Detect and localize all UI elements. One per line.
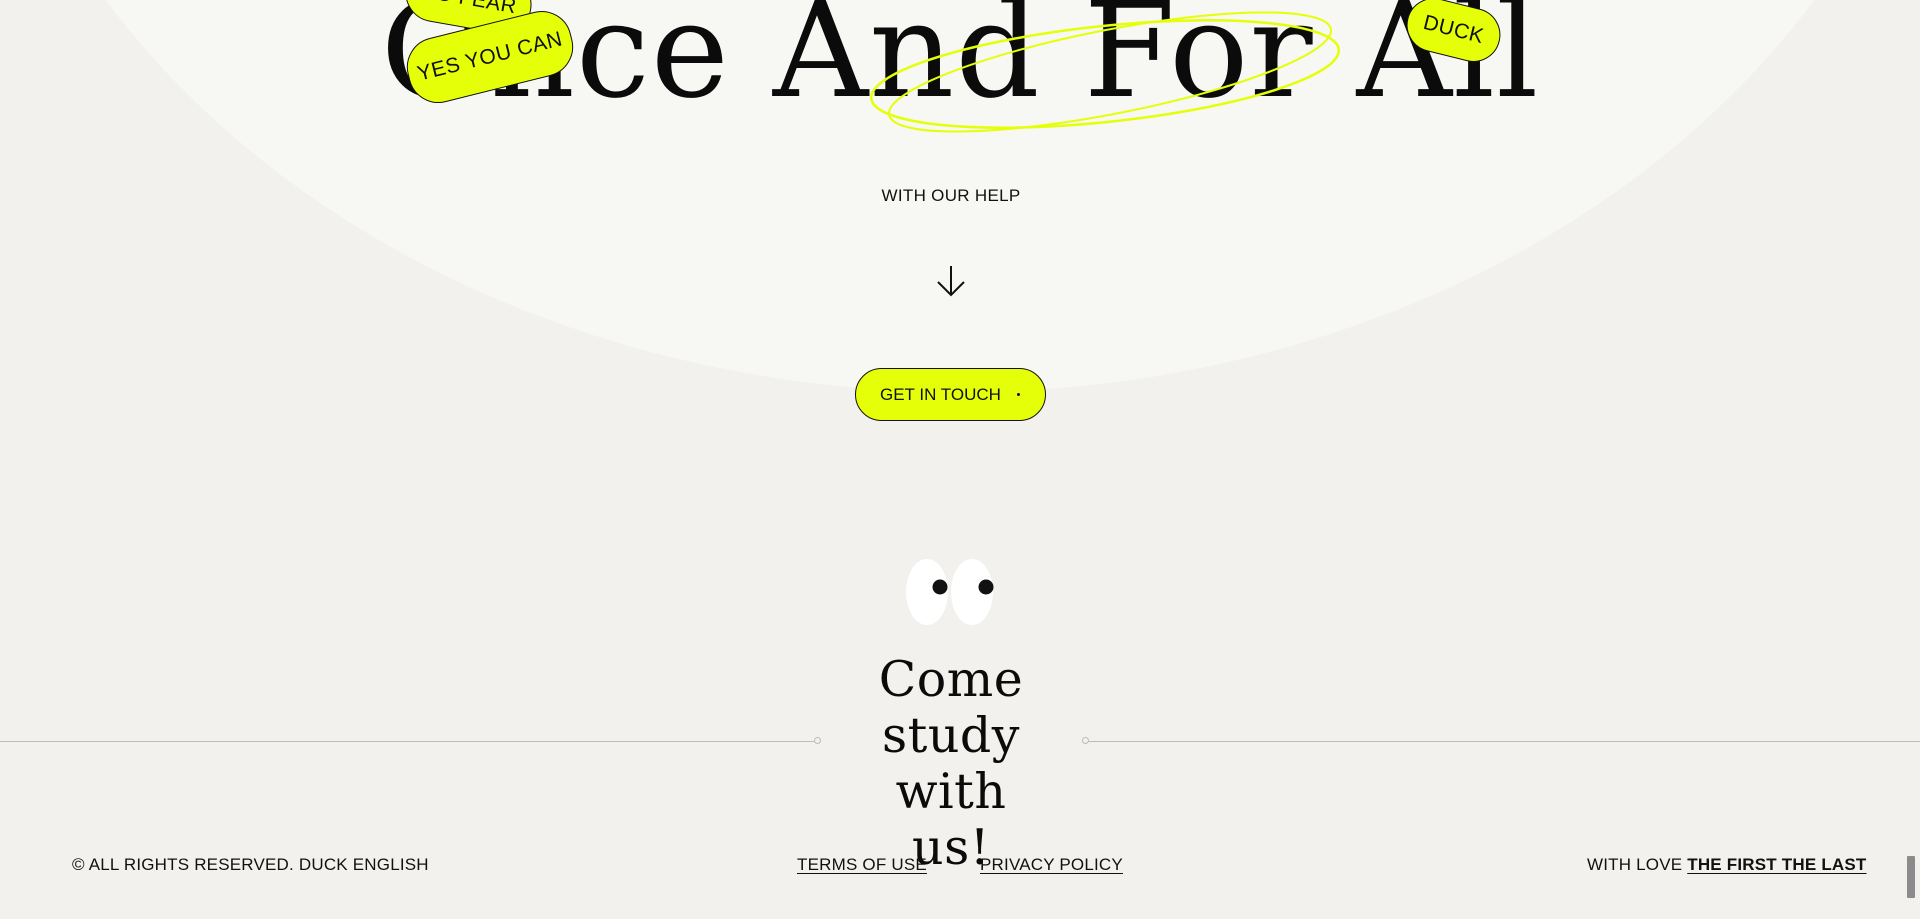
arrow-down-icon[interactable]: [936, 264, 966, 298]
eyes-icon: [906, 559, 994, 625]
come-study-heading: Come study with us!: [878, 651, 1024, 876]
hero-title: Once And For All: [380, 0, 1540, 128]
hero-subtitle: WITH OUR HELP: [881, 186, 1021, 205]
scrollbar-thumb[interactable]: [1907, 856, 1915, 898]
get-in-touch-button[interactable]: GET IN TOUCH: [855, 368, 1046, 421]
get-in-touch-label: GET IN TOUCH: [880, 384, 1001, 404]
terms-of-use-link[interactable]: TERMS OF USE: [797, 855, 927, 875]
dot-icon: [1017, 393, 1020, 396]
privacy-policy-link[interactable]: PRIVACY POLICY: [980, 855, 1123, 875]
divider-node-right: [1082, 737, 1089, 744]
divider-node-left: [814, 737, 821, 744]
credit: WITH LOVE THE FIRST THE LAST: [1587, 855, 1867, 875]
credit-prefix: WITH LOVE: [1587, 855, 1683, 874]
the-first-the-last-link[interactable]: THE FIRST THE LAST: [1687, 855, 1866, 874]
copyright-text: © ALL RIGHTS RESERVED. DUCK ENGLISH: [72, 855, 429, 874]
page: Once And For All NO FEAR YES YOU CAN DUC…: [0, 0, 1920, 919]
divider-left: [0, 741, 814, 742]
divider-right: [1089, 741, 1920, 742]
